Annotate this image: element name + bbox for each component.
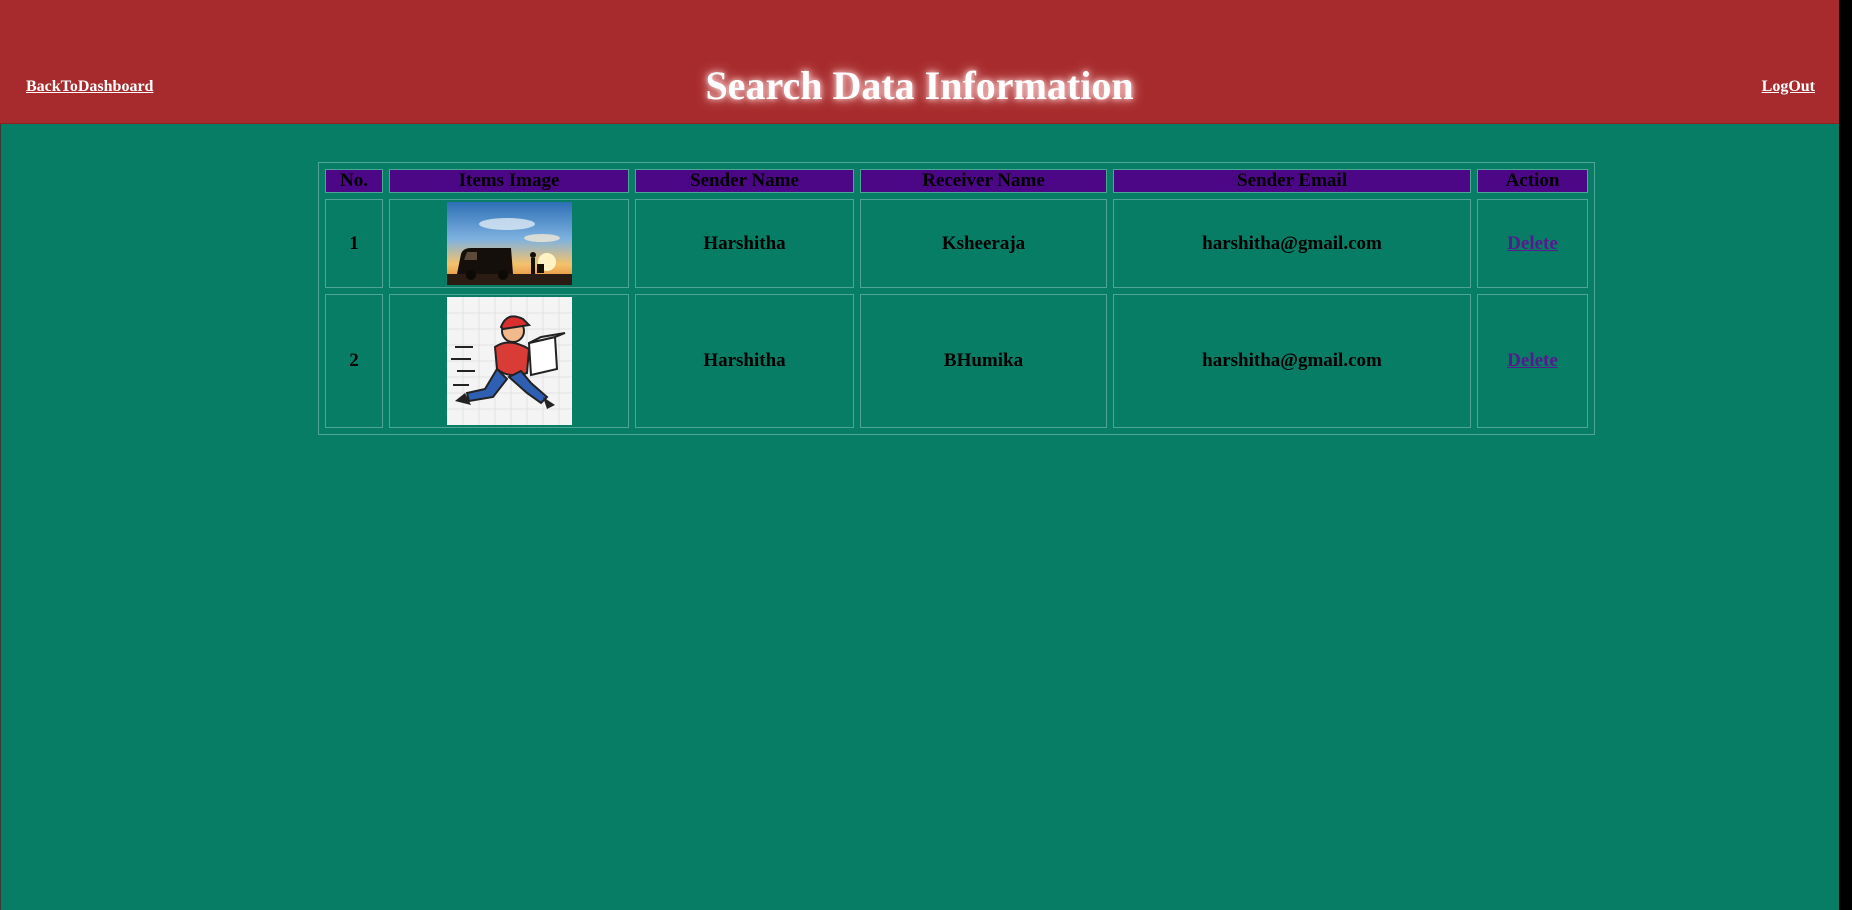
item-image-cell xyxy=(389,294,629,428)
delete-link[interactable]: Delete xyxy=(1507,350,1558,371)
receiver-name-cell: Ksheeraja xyxy=(860,199,1107,288)
column-header-receiver-name: Receiver Name xyxy=(860,169,1107,193)
window-scrollbar[interactable] xyxy=(1839,0,1852,910)
action-cell: Delete xyxy=(1477,199,1588,288)
sender-name-cell: Harshitha xyxy=(635,199,854,288)
sender-email-cell: harshitha@gmail.com xyxy=(1113,199,1471,288)
column-header-sender-name: Sender Name xyxy=(635,169,854,193)
item-image-cell xyxy=(389,199,629,288)
page-left-edge xyxy=(0,0,1,910)
column-header-sender-email: Sender Email xyxy=(1113,169,1471,193)
sender-email-cell: harshitha@gmail.com xyxy=(1113,294,1471,428)
delivery-van-sunset-image xyxy=(446,202,572,285)
row-number: 1 xyxy=(325,199,383,288)
column-header-no: No. xyxy=(325,169,383,193)
table-row: 1 Harshitha Ksheeraja harshitha@gmail.co… xyxy=(325,199,1588,288)
action-cell: Delete xyxy=(1477,294,1588,428)
row-number: 2 xyxy=(325,294,383,428)
logout-link[interactable]: LogOut xyxy=(1762,78,1815,96)
receiver-name-cell: BHumika xyxy=(860,294,1107,428)
table-header-row: No. Items Image Sender Name Receiver Nam… xyxy=(325,169,1588,193)
column-header-action: Action xyxy=(1477,169,1588,193)
table-row: 2 Harshitha BHumika harshitha@gmail.com … xyxy=(325,294,1588,428)
page-title: Search Data Information xyxy=(705,63,1134,108)
running-courier-cartoon-image xyxy=(446,297,572,425)
top-header: BackToDashboard Search Data Information … xyxy=(0,0,1839,124)
column-header-items-image: Items Image xyxy=(389,169,629,193)
delete-link[interactable]: Delete xyxy=(1507,233,1558,254)
search-results-table: No. Items Image Sender Name Receiver Nam… xyxy=(318,162,1595,435)
sender-name-cell: Harshitha xyxy=(635,294,854,428)
